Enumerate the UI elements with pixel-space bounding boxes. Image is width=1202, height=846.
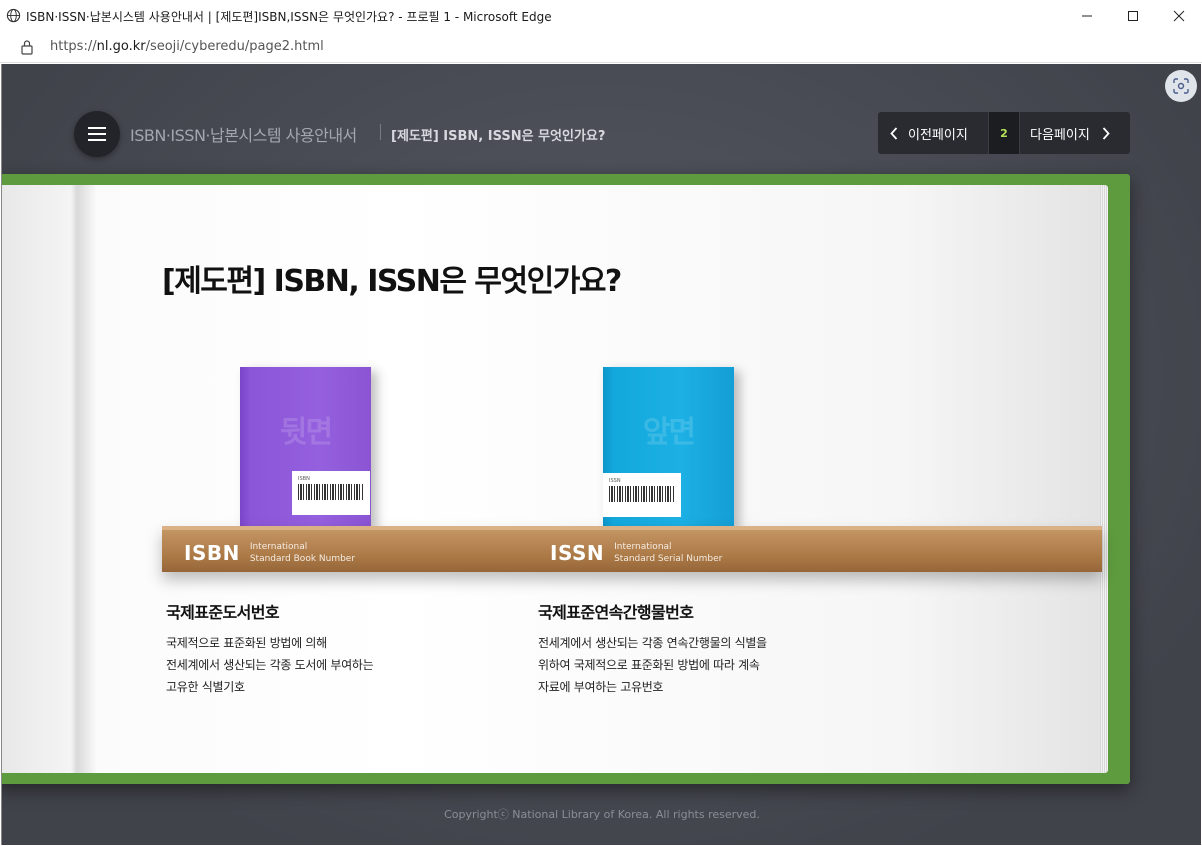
issn-barcode-title: ISSN — [609, 478, 621, 484]
issn-book-illustration: 앞면 ISSN — [603, 367, 734, 527]
current-page-number: 2 — [988, 112, 1020, 154]
url-text[interactable]: https://nl.go.kr/seoji/cyberedu/page2.ht… — [50, 39, 324, 54]
isbn-book-illustration: 뒷면 ISBN — [240, 367, 371, 527]
globe-icon — [6, 8, 21, 23]
window-title: ISBN·ISSN·납본시스템 사용안내서 | [제도편]ISBN,ISSN은 … — [26, 10, 552, 24]
minimize-icon — [1082, 15, 1092, 17]
header-divider — [380, 124, 381, 140]
section-name: [제도편] ISBN, ISSN은 무엇인가요? — [391, 129, 606, 144]
close-icon — [1173, 10, 1185, 22]
copyright-text: Copyrightⓒ National Library of Korea. Al… — [444, 808, 760, 821]
issn-desc-title: 국제표준연속간행물번호 — [538, 603, 694, 622]
minimize-button[interactable] — [1064, 0, 1110, 32]
window-titlebar: ISBN·ISSN·납본시스템 사용안내서 | [제도편]ISBN,ISSN은 … — [0, 0, 1202, 32]
isbn-desc-title: 국제표준도서번호 — [166, 603, 280, 622]
screenshot-button[interactable] — [1165, 70, 1197, 102]
prev-page-label: 이전페이지 — [908, 127, 968, 143]
lock-icon — [21, 40, 33, 55]
isbn-barcode-label: ISBN — [292, 471, 370, 515]
book-page-edge — [1100, 185, 1108, 773]
isbn-abbr: ISBN — [184, 541, 240, 565]
barcode-bars — [609, 486, 675, 502]
issn-cover-word: 앞면 — [642, 415, 696, 450]
issn-shelf-label: ISSN International Standard Serial Numbe… — [550, 541, 722, 565]
chevron-right-icon — [1102, 126, 1110, 140]
issn-barcode-label: ISSN — [603, 473, 681, 517]
chevron-left-icon — [890, 126, 898, 140]
next-page-button[interactable]: 다음페이지 — [1020, 112, 1130, 154]
close-button[interactable] — [1156, 0, 1202, 32]
isbn-cover-word: 뒷면 — [279, 415, 333, 450]
pager: 이전페이지 2 다음페이지 — [878, 112, 1130, 154]
isbn-shelf-label: ISBN International Standard Book Number — [184, 541, 355, 565]
maximize-icon — [1128, 11, 1138, 21]
maximize-button[interactable] — [1110, 0, 1156, 32]
page-viewport: ISBN·ISSN·납본시스템 사용안내서 [제도편] ISBN, ISSN은 … — [1, 64, 1201, 845]
camera-scan-icon — [1173, 78, 1189, 94]
issn-full-name: International Standard Serial Number — [614, 542, 723, 564]
isbn-full-name: International Standard Book Number — [249, 542, 356, 564]
address-bar[interactable]: https://nl.go.kr/seoji/cyberedu/page2.ht… — [0, 32, 1202, 63]
next-page-label: 다음페이지 — [1030, 127, 1090, 143]
issn-desc-text: 전세계에서 생산되는 각종 연속간행물의 식별을 위하여 국제적으로 표준화된 … — [538, 636, 767, 694]
isbn-barcode-title: ISBN — [298, 476, 310, 482]
site-name: ISBN·ISSN·납본시스템 사용안내서 — [130, 126, 357, 145]
issn-abbr: ISSN — [550, 541, 605, 565]
menu-button[interactable] — [74, 111, 120, 157]
isbn-desc-text: 국제적으로 표준화된 방법에 의해 전세계에서 생산되는 각종 도서에 부여하는… — [166, 636, 374, 694]
page-title: [제도편] ISBN, ISSN은 무엇인가요? — [162, 264, 622, 299]
hamburger-icon — [88, 127, 106, 141]
prev-page-button[interactable]: 이전페이지 — [878, 112, 988, 154]
barcode-bars — [298, 484, 364, 500]
